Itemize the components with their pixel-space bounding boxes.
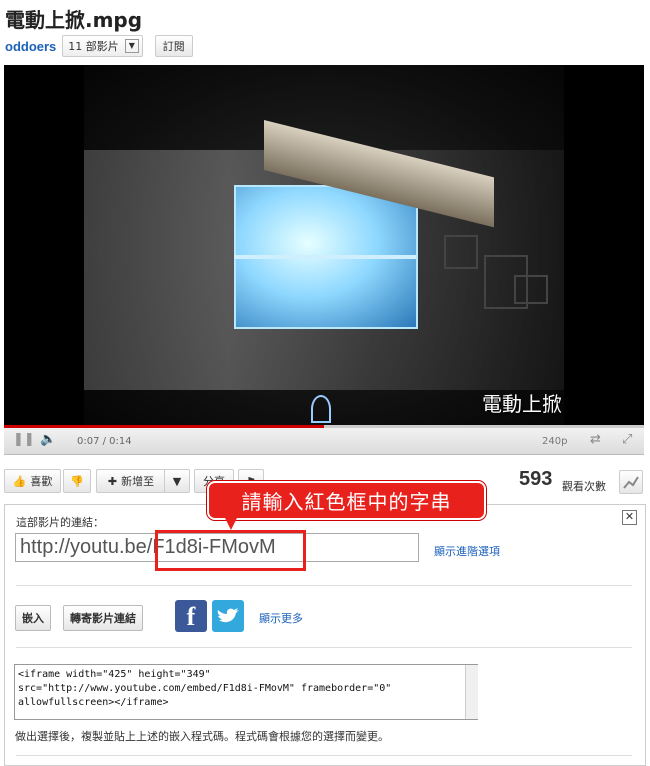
video-title: 電動上掀.mpg [5, 8, 143, 32]
chevron-down-icon: ▼ [124, 39, 139, 53]
add-to-button[interactable]: ✚ 新增至 [96, 469, 166, 493]
progress-fill [4, 425, 324, 428]
thumbs-down-icon: 👎 [70, 474, 84, 488]
video-count-dropdown[interactable]: 11 部影片 ▼ [62, 35, 143, 57]
like-label: 喜歡 [30, 475, 53, 488]
video-caption-overlay: 電動上掀 [482, 392, 562, 416]
plus-icon: ✚ [107, 474, 118, 488]
progress-bar[interactable] [4, 425, 644, 428]
show-more-link[interactable]: 顯示更多 [259, 610, 303, 626]
time-display: 0:07 / 0:14 [77, 436, 132, 447]
dislike-button[interactable]: 👎 [63, 469, 91, 493]
share-link-label: 這部影片的連結： [16, 516, 104, 529]
callout-pointer [224, 516, 238, 530]
twitter-icon[interactable] [212, 600, 244, 632]
embed-button[interactable]: 嵌入 [15, 605, 51, 631]
video-count-label: 11 部影片 [68, 40, 119, 53]
twitter-bird-icon [217, 608, 239, 623]
like-button[interactable]: 👍 喜歡 [4, 469, 61, 493]
highlight-box [155, 530, 306, 571]
stats-chart-icon [623, 476, 639, 489]
divider [16, 755, 632, 756]
facebook-icon[interactable]: f [175, 600, 207, 632]
thumbs-up-icon: 👍 [12, 474, 27, 488]
channel-row: oddoers 11 部影片 ▼ 訂閱 [5, 34, 193, 58]
embed-code-textarea[interactable]: <iframe width="425" height="349" src="ht… [14, 664, 478, 720]
instruction-callout: 請輸入紅色框中的字串 [207, 481, 486, 520]
subscribe-button[interactable]: 訂閱 [154, 35, 193, 57]
divider [16, 647, 632, 648]
embed-scrollbar[interactable] [465, 665, 478, 719]
add-to-dropdown[interactable]: ▼ [164, 469, 190, 493]
stats-button[interactable] [619, 470, 643, 494]
channel-name-link[interactable]: oddoers [5, 39, 56, 54]
pause-icon[interactable]: ❚❚ [13, 432, 35, 447]
video-player[interactable]: 電動上掀 [4, 65, 644, 425]
quality-selector[interactable]: 240p [542, 436, 567, 447]
email-link-button[interactable]: 轉寄影片連結 [63, 605, 143, 631]
view-count: 593 [519, 468, 553, 490]
popout-icon[interactable]: ⇄ [590, 432, 601, 447]
embed-hint: 做出選擇後，複製並貼上上述的嵌入程式碼。程式碼會根據您的選擇而變更。 [15, 730, 389, 743]
view-count-label: 觀看次數 [562, 480, 606, 493]
divider [16, 585, 632, 586]
add-to-label: 新增至 [121, 475, 155, 488]
volume-icon[interactable]: 🔈 [40, 432, 56, 447]
advanced-options-link[interactable]: 顯示進階選項 [434, 543, 500, 559]
video-frame [84, 65, 564, 425]
close-icon[interactable]: ✕ [622, 510, 637, 525]
chevron-down-icon: ▼ [172, 474, 182, 488]
player-controls: ❚❚ 🔈 0:07 / 0:14 240p ⇄ ⤢ [4, 425, 644, 455]
fullscreen-icon[interactable]: ⤢ [622, 432, 632, 447]
